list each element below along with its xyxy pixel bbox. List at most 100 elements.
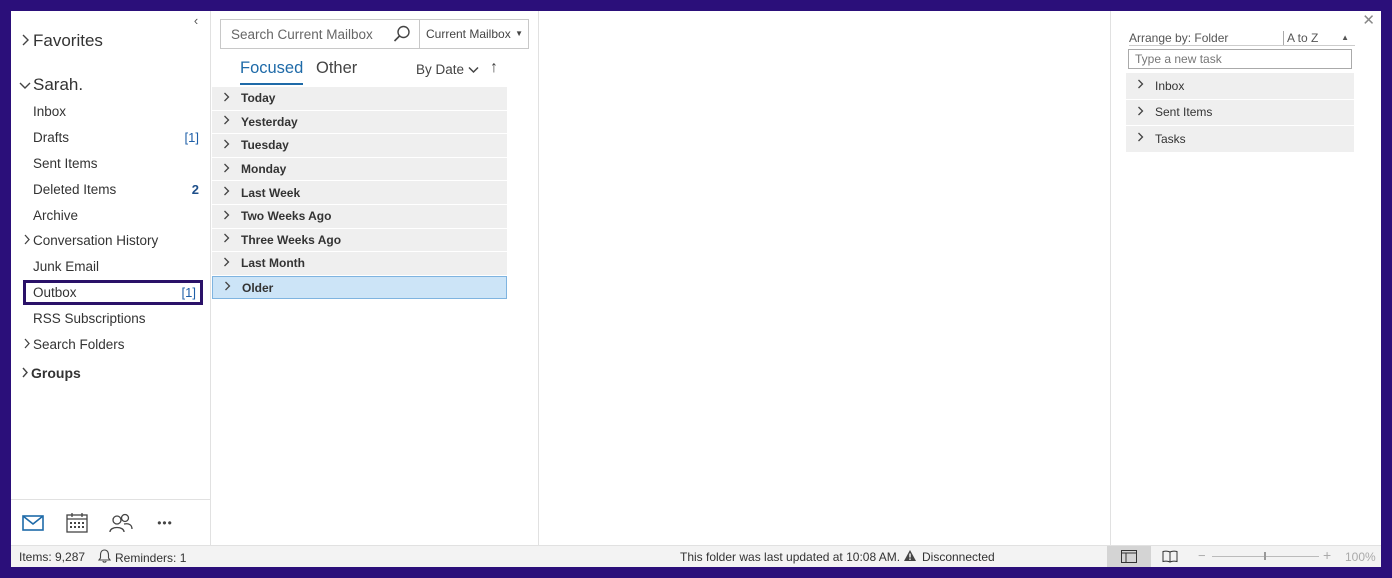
more-glyph: ••• [157,515,173,530]
sort-direction-button[interactable]: ↑ [490,59,498,77]
tab-other[interactable]: Other [316,59,357,78]
zoom-in-button[interactable]: + [1323,547,1331,563]
todo-groups: Inbox Sent Items Tasks [1126,73,1354,153]
item-count: Items: 9,287 [19,550,86,564]
zoom-level[interactable]: 100% [1345,550,1376,564]
arrange-by-label: Arrange by: Folder [1129,31,1229,45]
folder-item-outbox[interactable]: Outbox [1] [23,279,203,306]
group-label: Last Month [241,256,305,271]
collapse-folder-pane-button[interactable]: ‹ [189,13,203,29]
todo-bar: ✕ Arrange by: Folder A to Z ▲ Inbox Sent… [1111,11,1381,545]
sort-by-label: By Date [416,62,465,77]
folder-label: Inbox [33,104,67,120]
folder-label: Archive [33,207,79,223]
chevron-right-icon[interactable] [23,233,33,248]
caret-down-icon: ▼ [515,29,523,38]
reminders-label: Reminders: 1 [115,550,187,565]
chevron-right-icon [21,34,33,49]
tab-focused[interactable]: Focused [240,59,304,85]
group-header-tuesday[interactable]: Tuesday [212,134,507,158]
more-icon[interactable]: ••• [153,511,177,535]
close-icon[interactable]: ✕ [1362,11,1375,29]
chevron-right-icon [21,366,31,381]
group-label: Two Weeks Ago [241,209,332,224]
caret-up-icon[interactable]: ▲ [1341,33,1349,42]
message-list-pane: Current Mailbox ▼ Focused Other By Date … [211,11,539,545]
group-header-yesterday[interactable]: Yesterday [212,110,507,135]
favorites-label: Favorites [33,31,103,50]
folder-item-sent-items[interactable]: Sent Items [23,151,203,177]
chevron-down-icon [19,78,33,93]
chevron-right-icon [1137,79,1155,92]
mail-icon[interactable] [21,511,45,535]
zoom-out-button[interactable]: − [1198,548,1206,563]
unread-count: 2 [191,181,199,197]
folder-label: Search Folders [33,336,125,352]
reading-view-button[interactable] [1155,546,1185,567]
group-label: Three Weeks Ago [241,232,342,247]
module-nav-bar: ••• [11,499,211,545]
divider [1283,31,1284,45]
bell-icon [97,549,112,566]
reminders-button[interactable]: Reminders: 1 [97,549,187,566]
new-task-input[interactable] [1128,49,1352,69]
chevron-down-icon [468,62,479,77]
chevron-right-icon [223,163,241,176]
folder-label: Outbox [33,284,77,300]
folder-label: Sent Items [33,155,98,171]
chevron-right-icon [223,257,241,270]
folder-item-junk-email[interactable]: Junk Email [23,254,203,280]
account-label: Sarah. [33,75,84,94]
sort-order-label[interactable]: A to Z [1287,31,1318,45]
folder-item-archive[interactable]: Archive [23,202,203,228]
chevron-right-icon [223,115,241,128]
normal-view-button[interactable] [1107,546,1151,567]
arrange-by-header[interactable]: Arrange by: Folder A to Z ▲ [1129,31,1355,46]
group-header-monday[interactable]: Monday [212,157,507,182]
folder-label: Deleted Items [33,181,117,197]
zoom-slider-thumb[interactable] [1264,552,1266,560]
group-label: Monday [241,162,287,177]
calendar-icon[interactable] [65,511,89,535]
group-header-last-week[interactable]: Last Week [212,181,507,205]
folder-pane: ‹ Favorites Sarah. Inbox Drafts [1] Sent… [11,11,211,545]
folder-item-conversation-history[interactable]: Conversation History [23,228,203,254]
favorites-header[interactable]: Favorites [21,31,103,51]
todo-group-tasks[interactable]: Tasks [1126,126,1354,153]
folder-item-inbox[interactable]: Inbox [23,99,203,125]
group-label: Last Week [241,185,301,200]
connection-label: Disconnected [922,550,995,564]
groups-label: Groups [31,365,81,381]
unread-count: [1] [181,284,196,300]
folder-item-drafts[interactable]: Drafts [1] [23,125,203,151]
search-input[interactable] [231,26,391,42]
warning-icon [903,549,917,565]
todo-group-sent-items[interactable]: Sent Items [1126,99,1354,127]
search-icon[interactable] [393,25,411,46]
todo-group-label: Sent Items [1155,105,1213,120]
todo-group-inbox[interactable]: Inbox [1126,73,1354,100]
folder-item-deleted-items[interactable]: Deleted Items 2 [23,176,203,202]
folder-updated-status: This folder was last updated at 10:08 AM… [680,550,901,564]
folder-label: Drafts [33,130,70,146]
group-header-three-weeks-ago[interactable]: Three Weeks Ago [212,228,507,253]
chevron-right-icon [224,281,242,294]
groups-header[interactable]: Groups [21,365,81,381]
search-box[interactable] [220,19,420,49]
account-header[interactable]: Sarah. [19,75,83,95]
group-header-today[interactable]: Today [212,87,507,111]
chevron-right-icon [223,233,241,246]
group-header-two-weeks-ago[interactable]: Two Weeks Ago [212,204,507,229]
connection-status[interactable]: Disconnected [903,549,995,565]
group-header-older[interactable]: Older [212,275,507,300]
chevron-right-icon [1137,106,1155,119]
chevron-right-icon[interactable] [23,337,33,352]
search-scope-label: Current Mailbox [426,27,511,41]
reading-pane [539,11,1111,545]
group-header-last-month[interactable]: Last Month [212,252,507,276]
folder-item-rss-subscriptions[interactable]: RSS Subscriptions [23,305,203,331]
folder-item-search-folders[interactable]: Search Folders [23,331,203,357]
sort-by-dropdown[interactable]: By Date [416,62,479,77]
search-scope-dropdown[interactable]: Current Mailbox ▼ [419,19,529,49]
people-icon[interactable] [109,511,133,535]
